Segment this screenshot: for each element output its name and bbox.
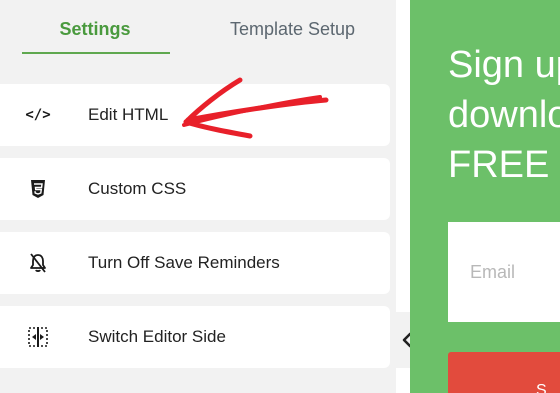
tab-template-setup[interactable]: Template Setup xyxy=(210,14,375,44)
tab-settings[interactable]: Settings xyxy=(20,14,170,44)
preview-headline: Sign up downlo FREE E xyxy=(448,44,560,186)
menu-item-label: Edit HTML xyxy=(88,105,169,124)
bell-off-icon xyxy=(24,252,52,274)
menu-item-switch-editor-side[interactable]: Switch Editor Side xyxy=(0,306,390,368)
menu-item-custom-css[interactable]: Custom CSS xyxy=(0,158,390,220)
submit-button-label: S xyxy=(536,382,547,393)
menu-item-label: Turn Off Save Reminders xyxy=(88,253,280,272)
submit-button[interactable]: S xyxy=(448,352,560,393)
css3-icon xyxy=(24,178,52,200)
panel-tabs: Settings Template Setup xyxy=(0,0,396,60)
active-tab-indicator xyxy=(22,52,170,54)
menu-item-edit-html[interactable]: </> Edit HTML xyxy=(0,84,390,146)
email-field[interactable] xyxy=(448,222,560,322)
menu-item-label: Custom CSS xyxy=(88,179,187,198)
menu-item-label: Switch Editor Side xyxy=(88,327,226,346)
code-icon: </> xyxy=(25,107,51,123)
template-preview: Sign up downlo FREE E S xyxy=(410,0,560,393)
menu-item-turn-off-save-reminders[interactable]: Turn Off Save Reminders xyxy=(0,232,390,294)
settings-panel: Settings Template Setup </> Edit HTML Cu… xyxy=(0,0,396,393)
switch-side-icon xyxy=(24,326,52,348)
